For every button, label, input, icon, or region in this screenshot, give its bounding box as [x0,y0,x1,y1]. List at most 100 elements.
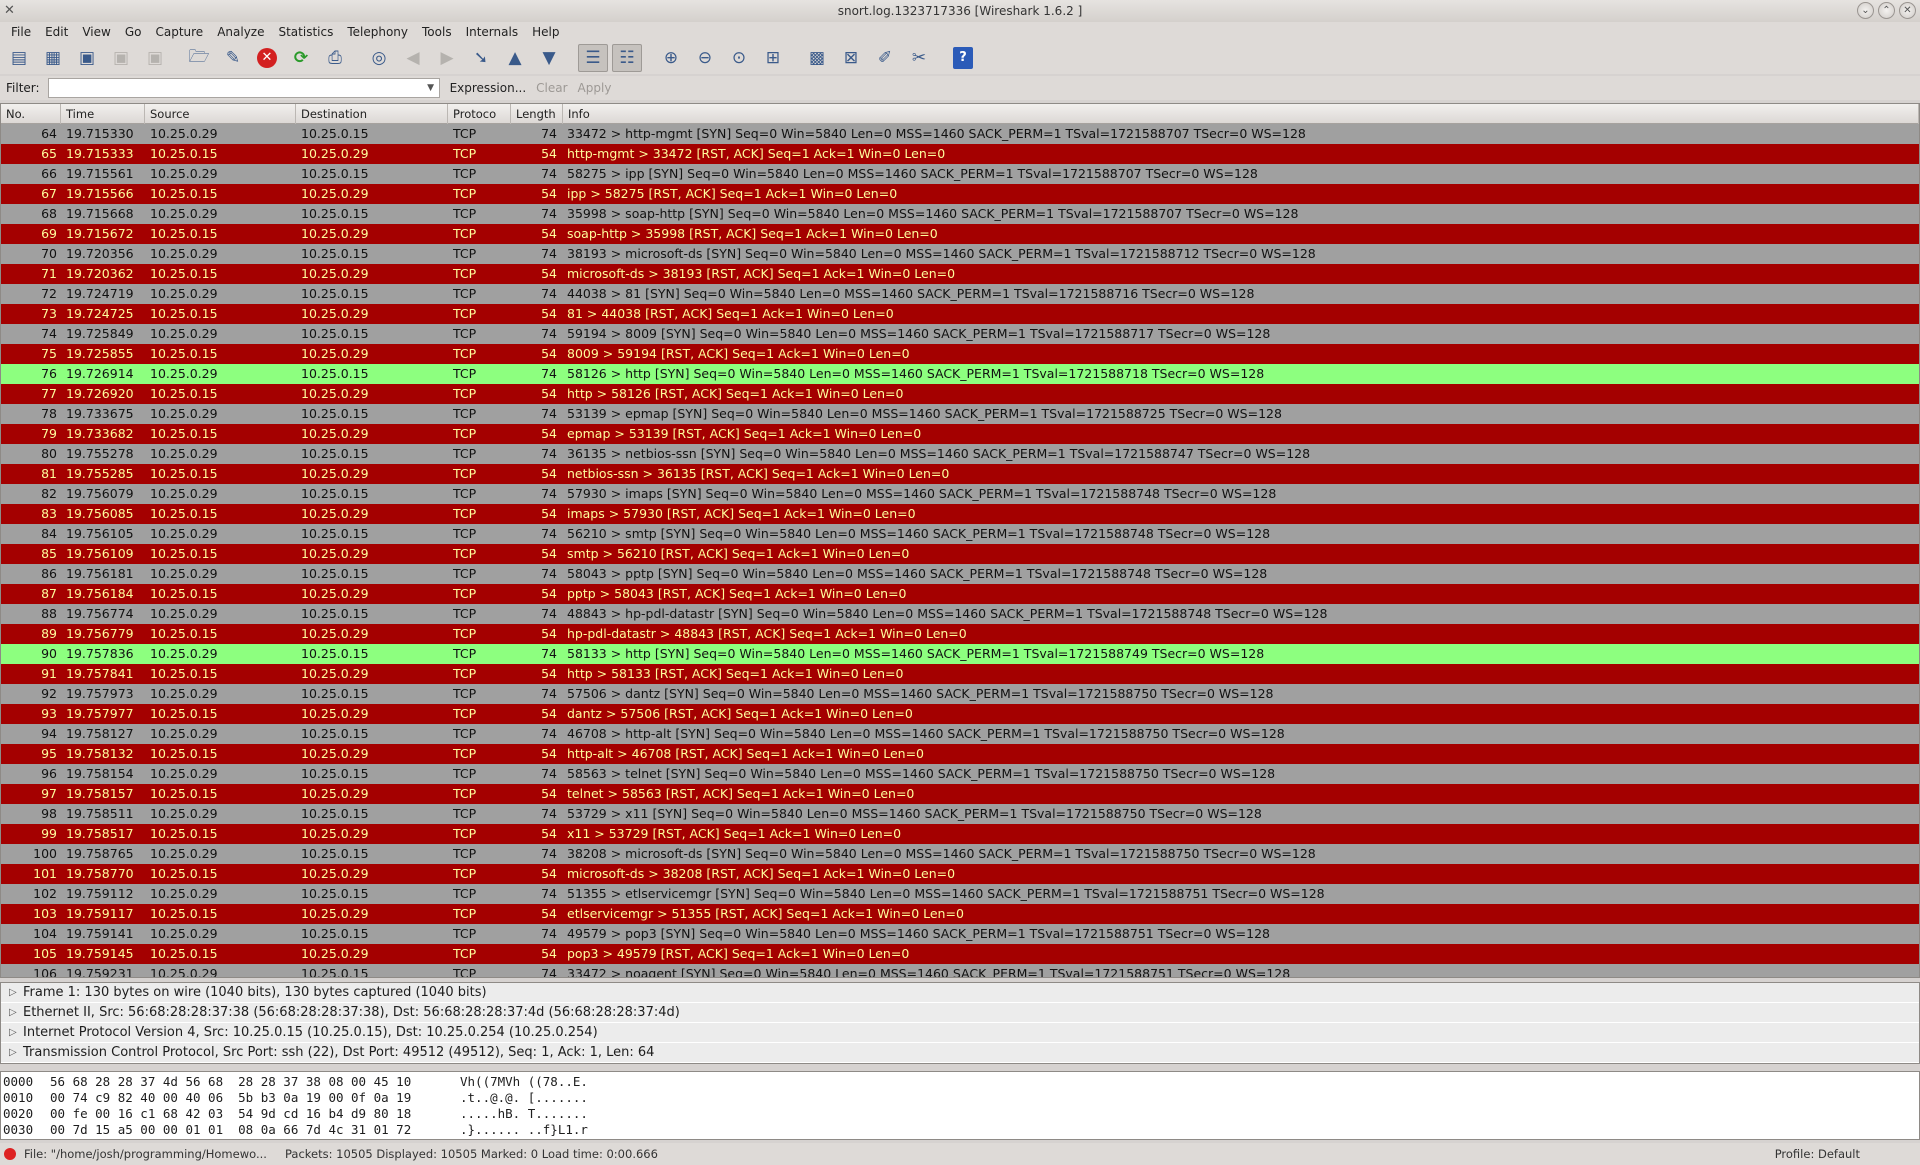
byte-ascii[interactable]: .....hB. T....... [460,1106,660,1122]
reload-icon[interactable]: ⟳ [286,44,316,72]
menu-telephony[interactable]: Telephony [340,25,415,39]
packet-row[interactable]: 91 19.757841 10.25.0.15 10.25.0.29 TCP 54 http… [1,664,1919,684]
column-header-length[interactable]: Length [511,104,563,124]
packet-row[interactable]: 65 19.715333 10.25.0.15 10.25.0.29 TCP 54 http… [1,144,1919,164]
packet-row[interactable]: 67 19.715566 10.25.0.15 10.25.0.29 TCP 54 ipp … [1,184,1919,204]
packet-row[interactable]: 84 19.756105 10.25.0.29 10.25.0.15 TCP 74 5621… [1,524,1919,544]
packet-row[interactable]: 83 19.756085 10.25.0.15 10.25.0.29 TCP 54 imap… [1,504,1919,524]
packet-row[interactable]: 71 19.720362 10.25.0.15 10.25.0.29 TCP 54 micr… [1,264,1919,284]
expand-arrow-icon[interactable]: ▷ [9,1023,23,1043]
packet-row[interactable]: 94 19.758127 10.25.0.29 10.25.0.15 TCP 74 4670… [1,724,1919,744]
stop-capture-icon[interactable]: ▣ [106,44,136,72]
packet-row[interactable]: 70 19.720356 10.25.0.29 10.25.0.15 TCP 74 3819… [1,244,1919,264]
clear-button[interactable]: Clear [536,81,567,95]
packet-row[interactable]: 66 19.715561 10.25.0.29 10.25.0.15 TCP 74 5827… [1,164,1919,184]
go-last-packet-icon[interactable]: ▼ [534,44,564,72]
menu-file[interactable]: File [4,25,38,39]
interface-list-icon[interactable]: ▤ [4,44,34,72]
packet-row[interactable]: 85 19.756109 10.25.0.15 10.25.0.29 TCP 54 smtp… [1,544,1919,564]
expert-info-icon[interactable] [4,1148,16,1160]
capture-filters-icon[interactable]: ▩ [802,44,832,72]
go-forward-icon[interactable]: ▶ [432,44,462,72]
expand-arrow-icon[interactable]: ▷ [9,1003,23,1023]
detail-ethernet[interactable]: ▷ Ethernet II, Src: 56:68:28:28:37:38 (5… [1,1003,1919,1023]
byte-hex[interactable]: 00 7d 15 a5 00 00 01 01 08 0a 66 7d 4c 3… [50,1122,460,1138]
menu-tools[interactable]: Tools [415,25,459,39]
column-header-protocol[interactable]: Protoco [448,104,511,124]
packet-row[interactable]: 76 19.726914 10.25.0.29 10.25.0.15 TCP 74 5812… [1,364,1919,384]
packet-row[interactable]: 64 19.715330 10.25.0.29 10.25.0.15 TCP 74 3347… [1,124,1919,144]
packet-row[interactable]: 86 19.756181 10.25.0.29 10.25.0.15 TCP 74 5804… [1,564,1919,584]
packet-row[interactable]: 82 19.756079 10.25.0.29 10.25.0.15 TCP 74 5793… [1,484,1919,504]
restart-capture-icon[interactable]: ▣ [140,44,170,72]
resize-columns-icon[interactable]: ⊞ [758,44,788,72]
auto-scroll-icon[interactable]: ☷ [612,44,642,72]
zoom-in-icon[interactable]: ⊕ [656,44,686,72]
apply-button[interactable]: Apply [578,81,612,95]
packet-row[interactable]: 101 19.758770 10.25.0.15 10.25.0.29 TCP 54 mic… [1,864,1919,884]
packet-row[interactable]: 105 19.759145 10.25.0.15 10.25.0.29 TCP 54 pop… [1,944,1919,964]
chevron-down-icon[interactable]: ▼ [423,83,439,93]
column-header-destination[interactable]: Destination [296,104,448,124]
menu-view[interactable]: View [75,25,117,39]
app-icon[interactable]: ✕ [4,3,20,19]
byte-hex[interactable]: 00 fe 00 16 c1 68 42 03 54 9d cd 16 b4 d… [50,1106,460,1122]
filter-combo[interactable]: ▼ [47,78,440,98]
detail-frame[interactable]: ▷ Frame 1: 130 bytes on wire (1040 bits)… [1,983,1919,1003]
close-file-icon[interactable]: ✕ [252,44,282,72]
packet-row[interactable]: 87 19.756184 10.25.0.15 10.25.0.29 TCP 54 pptp… [1,584,1919,604]
byte-ascii[interactable]: Vh((7MVh ((78..E. [460,1074,660,1090]
detail-tcp[interactable]: ▷ Transmission Control Protocol, Src Por… [1,1043,1919,1063]
menu-internals[interactable]: Internals [459,25,526,39]
byte-hex[interactable]: 00 74 c9 82 40 00 40 06 5b b3 0a 19 00 0… [50,1090,460,1106]
column-header-info[interactable]: Info [563,104,1919,124]
byte-ascii[interactable]: .}...... ..f}L1.r [460,1122,660,1138]
normal-size-icon[interactable]: ⊙ [724,44,754,72]
status-profile[interactable]: Profile: Default [1775,1147,1860,1161]
close-icon[interactable]: ✕ [1899,2,1916,19]
display-filters-icon[interactable]: ⊠ [836,44,866,72]
preferences-icon[interactable]: ✂ [904,44,934,72]
byte-ascii[interactable]: .t..@.@. [....... [460,1090,660,1106]
packet-row[interactable]: 79 19.733682 10.25.0.15 10.25.0.29 TCP 54 epma… [1,424,1919,444]
packet-row[interactable]: 69 19.715672 10.25.0.15 10.25.0.29 TCP 54 soap… [1,224,1919,244]
minimize-icon[interactable]: ⌄ [1857,2,1874,19]
packet-list[interactable]: No. Time Source Destination Protoco Leng… [0,103,1920,978]
packet-row[interactable]: 99 19.758517 10.25.0.15 10.25.0.29 TCP 54 x11 … [1,824,1919,844]
column-header-time[interactable]: Time [61,104,145,124]
packet-row[interactable]: 106 19.759231 10.25.0.29 10.25.0.15 TCP 74 334… [1,964,1919,977]
packet-row[interactable]: 68 19.715668 10.25.0.29 10.25.0.15 TCP 74 3599… [1,204,1919,224]
print-icon[interactable]: ⎙ [320,44,350,72]
coloring-rules-icon[interactable]: ✐ [870,44,900,72]
packet-row[interactable]: 100 19.758765 10.25.0.29 10.25.0.15 TCP 74 382… [1,844,1919,864]
colorize-icon[interactable]: ☰ [578,44,608,72]
menu-help[interactable]: Help [525,25,566,39]
find-packet-icon[interactable]: ◎ [364,44,394,72]
packet-row[interactable]: 78 19.733675 10.25.0.29 10.25.0.15 TCP 74 5313… [1,404,1919,424]
expand-arrow-icon[interactable]: ▷ [9,983,23,1003]
start-capture-icon[interactable]: ▣ [72,44,102,72]
packet-row[interactable]: 103 19.759117 10.25.0.15 10.25.0.29 TCP 54 etl… [1,904,1919,924]
filter-input[interactable] [48,79,423,97]
menu-statistics[interactable]: Statistics [271,25,340,39]
menu-analyze[interactable]: Analyze [210,25,271,39]
packet-row[interactable]: 75 19.725855 10.25.0.15 10.25.0.29 TCP 54 8009… [1,344,1919,364]
zoom-out-icon[interactable]: ⊖ [690,44,720,72]
packet-row[interactable]: 81 19.755285 10.25.0.15 10.25.0.29 TCP 54 netb… [1,464,1919,484]
packet-row[interactable]: 73 19.724725 10.25.0.15 10.25.0.29 TCP 54 81 >… [1,304,1919,324]
packet-row[interactable]: 72 19.724719 10.25.0.29 10.25.0.15 TCP 74 4403… [1,284,1919,304]
detail-ip[interactable]: ▷ Internet Protocol Version 4, Src: 10.2… [1,1023,1919,1043]
packet-row[interactable]: 97 19.758157 10.25.0.15 10.25.0.29 TCP 54 teln… [1,784,1919,804]
capture-options-icon[interactable]: ▦ [38,44,68,72]
packet-row[interactable]: 93 19.757977 10.25.0.15 10.25.0.29 TCP 54 dant… [1,704,1919,724]
packet-row[interactable]: 102 19.759112 10.25.0.29 10.25.0.15 TCP 74 513… [1,884,1919,904]
column-header-source[interactable]: Source [145,104,296,124]
packet-row[interactable]: 96 19.758154 10.25.0.29 10.25.0.15 TCP 74 5856… [1,764,1919,784]
packet-row[interactable]: 104 19.759141 10.25.0.29 10.25.0.15 TCP 74 495… [1,924,1919,944]
maximize-icon[interactable]: ⌃ [1878,2,1895,19]
packet-row[interactable]: 90 19.757836 10.25.0.29 10.25.0.15 TCP 74 5813… [1,644,1919,664]
menu-go[interactable]: Go [118,25,149,39]
menu-edit[interactable]: Edit [38,25,75,39]
byte-hex[interactable]: 56 68 28 28 37 4d 56 68 28 28 37 38 08 0… [50,1074,460,1090]
expand-arrow-icon[interactable]: ▷ [9,1043,23,1063]
